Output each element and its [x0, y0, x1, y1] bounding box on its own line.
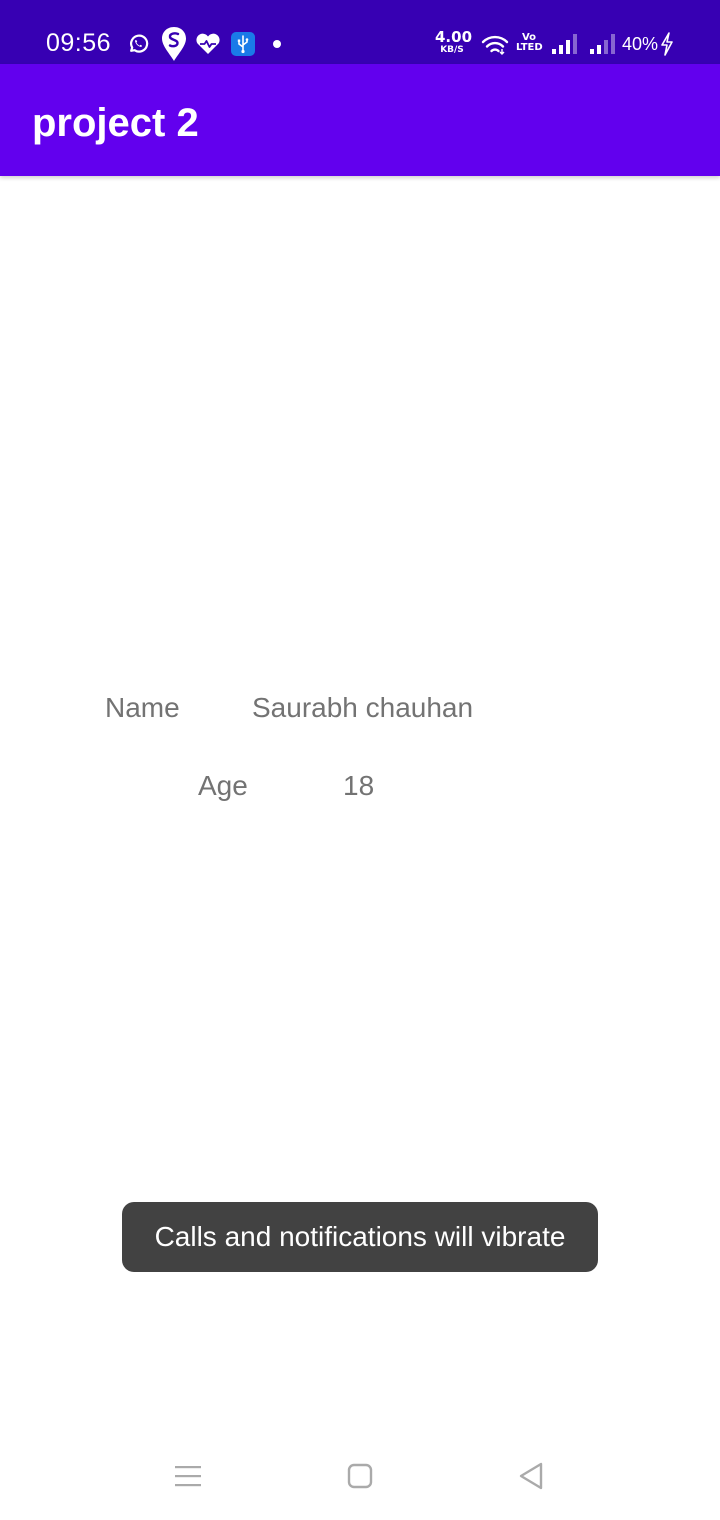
usb-icon	[231, 32, 255, 56]
net-speed-unit: KB/S	[440, 45, 464, 55]
volte-bottom-text: LTED	[516, 42, 543, 53]
signal-icon	[552, 34, 577, 54]
battery-percentage: 40%	[622, 34, 659, 54]
age-label: Age	[198, 770, 248, 801]
whatsapp-icon	[130, 34, 149, 53]
toast-message: Calls and notifications will vibrate	[122, 1202, 598, 1272]
volte-indicator: Vo LTED	[516, 33, 543, 53]
name-label: Name	[105, 692, 180, 723]
status-bar: 09:56 4.00 KB/S Vo LTED 40%	[0, 0, 720, 64]
menu-icon	[175, 1466, 201, 1487]
back-button[interactable]	[509, 1454, 553, 1498]
swiggy-icon	[162, 27, 186, 61]
navigation-bar	[0, 1432, 720, 1520]
status-time: 09:56	[46, 29, 112, 57]
back-icon	[519, 1462, 543, 1490]
battery-charging-icon	[661, 32, 673, 56]
wifi-icon	[481, 35, 509, 55]
home-button[interactable]	[338, 1454, 382, 1498]
net-speed-value: 4.00	[435, 28, 473, 46]
net-speed-indicator: 4.00 KB/S	[435, 28, 473, 55]
app-bar: project 2	[0, 64, 720, 176]
app-title: project 2	[32, 101, 199, 145]
notification-dot-icon	[273, 40, 281, 48]
home-icon	[347, 1463, 373, 1489]
age-value: 18	[343, 770, 375, 801]
name-value: Saurabh chauhan	[252, 692, 474, 723]
signal-icon	[590, 34, 615, 54]
health-heart-icon	[196, 33, 220, 54]
recent-apps-button[interactable]	[166, 1454, 210, 1498]
